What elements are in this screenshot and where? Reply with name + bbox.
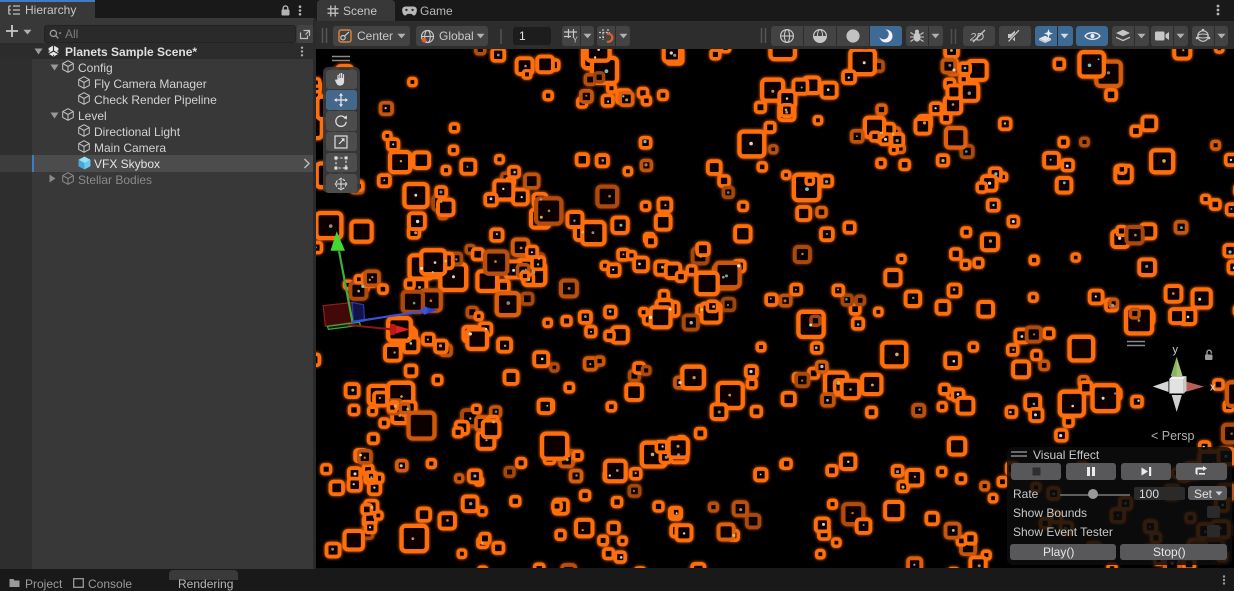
svg-text:< Persp: < Persp <box>1151 429 1194 443</box>
svg-text:y: y <box>1173 344 1179 356</box>
svg-text:x: x <box>1210 382 1216 394</box>
svg-text:Y: Y <box>573 36 579 44</box>
